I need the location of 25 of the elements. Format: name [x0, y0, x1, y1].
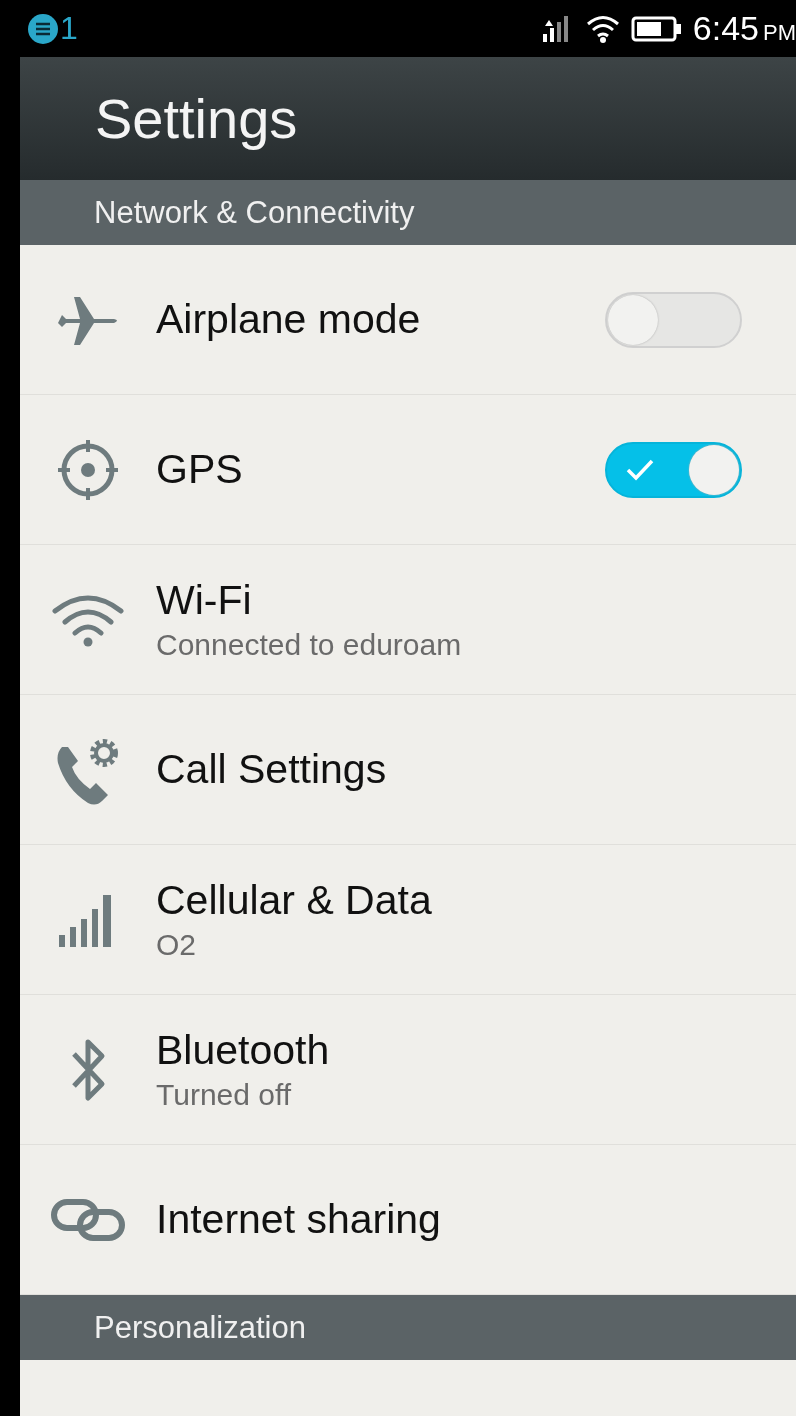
- notification-count: 1: [60, 10, 78, 47]
- notification-icon: [28, 13, 58, 44]
- wifi-icon: [51, 592, 125, 647]
- clock-time: 6:45: [692, 9, 759, 48]
- setting-label[interactable]: Call Settings: [156, 746, 796, 793]
- setting-subtitle: Connected to eduroam: [156, 628, 463, 662]
- link-icon: [50, 1197, 126, 1242]
- crosshair-icon: [56, 437, 120, 502]
- setting-label[interactable]: Wi-Fi: [156, 577, 796, 624]
- setting-subtitle: O2: [156, 928, 198, 962]
- screen-title: Settings: [95, 86, 298, 151]
- setting-label[interactable]: GPS: [156, 446, 605, 493]
- clock-meridiem: PM: [763, 19, 796, 46]
- battery-icon: [630, 14, 683, 43]
- setting-subtitle: Turned off: [156, 1078, 293, 1112]
- wifi-icon: [584, 13, 621, 44]
- setting-label[interactable]: Cellular & Data: [156, 877, 796, 924]
- checkmark-icon: [625, 457, 655, 482]
- setting-label[interactable]: Internet sharing: [156, 1196, 796, 1243]
- airplane-icon: [56, 294, 120, 345]
- toggle-switch[interactable]: [605, 441, 742, 498]
- section-header: Network & Connectivity: [94, 194, 415, 231]
- setting-label[interactable]: Airplane mode: [156, 296, 605, 343]
- setting-label[interactable]: Bluetooth: [156, 1027, 796, 1074]
- section-header: Personalization: [94, 1309, 306, 1346]
